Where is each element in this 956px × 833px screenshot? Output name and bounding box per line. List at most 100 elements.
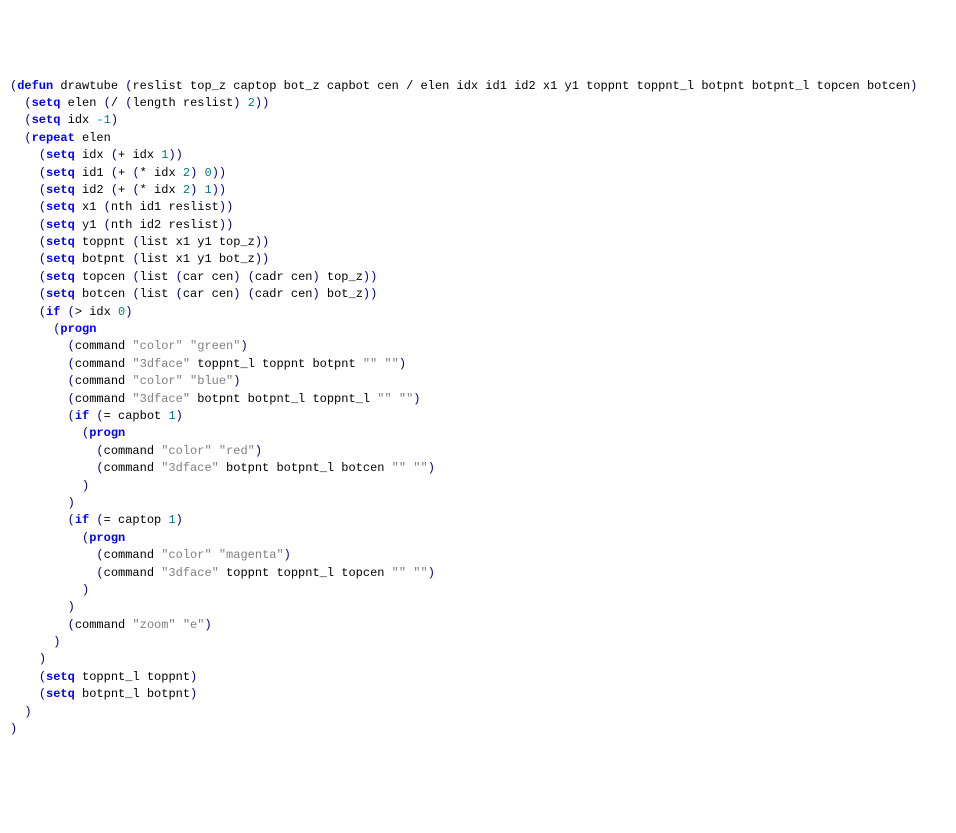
token-st: "" <box>392 566 406 580</box>
token-fn: list <box>140 287 176 301</box>
token-st: "3dface" <box>161 461 219 475</box>
token-kw: progn <box>89 426 125 440</box>
token-p: ( <box>68 409 75 423</box>
token-p: ) <box>176 409 183 423</box>
token-fn <box>240 287 247 301</box>
token-p: ( <box>176 287 183 301</box>
token-fn: = captop <box>104 513 169 527</box>
token-fn: list x1 y1 top_z <box>140 235 255 249</box>
code-line: (setq y1 (nth id2 reslist)) <box>10 217 946 234</box>
code-line: ) <box>10 495 946 512</box>
token-p: ) <box>190 687 197 701</box>
token-fn: toppnt toppnt_l topcen <box>219 566 392 580</box>
token-nm: 0 <box>204 166 211 180</box>
code-line: (setq botcen (list (car cen) (cadr cen) … <box>10 286 946 303</box>
token-p: ( <box>68 357 75 371</box>
token-p: )) <box>219 200 233 214</box>
token-nm: 1 <box>168 513 175 527</box>
token-p: ( <box>111 183 118 197</box>
token-fn: command <box>75 392 133 406</box>
token-st: "zoom" <box>132 618 175 632</box>
token-st: "3dface" <box>132 357 190 371</box>
token-st: "" <box>392 461 406 475</box>
token-kw: setq <box>46 218 75 232</box>
code-line: (command "color" "blue") <box>10 373 946 390</box>
token-fn: * idx <box>140 183 183 197</box>
token-kw: repeat <box>32 131 75 145</box>
token-p: ( <box>96 548 103 562</box>
token-fn <box>176 618 183 632</box>
token-p: ) <box>233 374 240 388</box>
token-kw: setq <box>32 96 61 110</box>
code-line: (progn <box>10 425 946 442</box>
token-p: ( <box>111 166 118 180</box>
token-p: ( <box>39 305 46 319</box>
token-st: "" <box>363 357 377 371</box>
token-fn: botcen <box>75 287 133 301</box>
token-kw: if <box>46 305 60 319</box>
token-fn: list x1 y1 bot_z <box>140 252 255 266</box>
token-fn: idx <box>60 113 96 127</box>
token-p: ( <box>132 166 139 180</box>
token-p: ( <box>111 148 118 162</box>
code-line: (setq x1 (nth id1 reslist)) <box>10 199 946 216</box>
code-line: (setq topcen (list (car cen) (cadr cen) … <box>10 269 946 286</box>
token-kw: setq <box>46 200 75 214</box>
token-p: ) <box>111 113 118 127</box>
code-line: (setq id2 (+ (* idx 2) 1)) <box>10 182 946 199</box>
code-line: (setq toppnt (list x1 y1 top_z)) <box>10 234 946 251</box>
token-nm: 2 <box>183 166 190 180</box>
code-line: ) <box>10 478 946 495</box>
token-p: ) <box>413 392 420 406</box>
token-kw: setq <box>46 687 75 701</box>
token-fn: cadr cen <box>255 270 313 284</box>
token-nm: 2 <box>248 96 255 110</box>
token-fn <box>183 339 190 353</box>
token-p: ( <box>24 131 31 145</box>
token-st: "color" <box>161 444 211 458</box>
token-p: ( <box>24 113 31 127</box>
token-fn: top_z <box>320 270 363 284</box>
token-fn: cadr cen <box>255 287 313 301</box>
token-p: ) <box>24 705 31 719</box>
token-p: ) <box>176 513 183 527</box>
token-p: ) <box>68 600 75 614</box>
code-line: (setq toppnt_l toppnt) <box>10 669 946 686</box>
code-line: ) <box>10 651 946 668</box>
code-line: (setq botpnt_l botpnt) <box>10 686 946 703</box>
token-p: ) <box>255 444 262 458</box>
token-kw: setq <box>32 113 61 127</box>
token-p: ( <box>96 409 103 423</box>
code-line: (repeat elen <box>10 130 946 147</box>
token-p: )) <box>255 252 269 266</box>
token-nm: 1 <box>204 183 211 197</box>
token-p: ) <box>428 461 435 475</box>
token-kw: setq <box>46 183 75 197</box>
token-st: "e" <box>183 618 205 632</box>
token-kw: setq <box>46 235 75 249</box>
token-p: ) <box>204 618 211 632</box>
code-line: ) <box>10 704 946 721</box>
token-kw: setq <box>46 270 75 284</box>
token-p: ) <box>82 479 89 493</box>
token-p: ( <box>68 339 75 353</box>
token-fn: / <box>111 96 125 110</box>
token-st: "red" <box>219 444 255 458</box>
token-fn: id2 <box>75 183 111 197</box>
token-p: ( <box>96 566 103 580</box>
token-kw: setq <box>46 670 75 684</box>
token-fn <box>183 374 190 388</box>
token-p: ( <box>176 270 183 284</box>
token-st: "color" <box>161 548 211 562</box>
token-fn <box>240 96 247 110</box>
token-p: ( <box>39 148 46 162</box>
token-fn: command <box>104 548 162 562</box>
token-p: )) <box>363 287 377 301</box>
code-line: ) <box>10 721 946 738</box>
token-p: ( <box>68 374 75 388</box>
token-p: )) <box>168 148 182 162</box>
token-p: ) <box>910 79 917 93</box>
token-p: ( <box>248 270 255 284</box>
token-p: ( <box>96 461 103 475</box>
token-fn <box>392 392 399 406</box>
